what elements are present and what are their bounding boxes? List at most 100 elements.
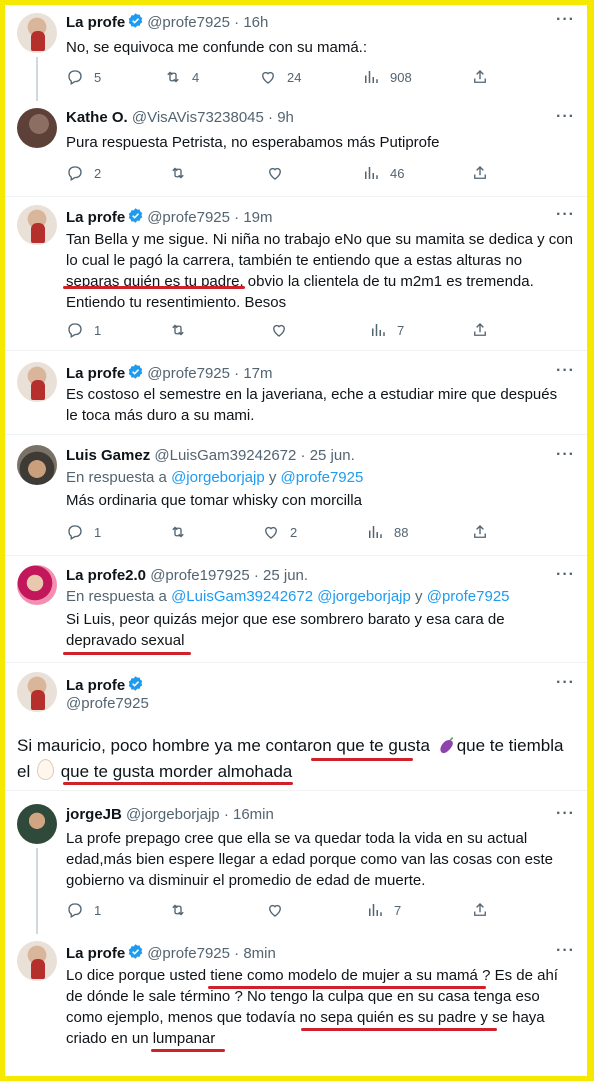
avatar[interactable]	[17, 13, 57, 53]
tweet-8[interactable]: jorgeJB @jorgeborjajp · 16min ··· La pro…	[5, 792, 587, 934]
mention-link[interactable]: @jorgeborjajp	[317, 588, 411, 605]
avatar[interactable]	[17, 565, 57, 605]
avatar[interactable]	[17, 445, 57, 485]
more-options-icon[interactable]: ···	[556, 805, 575, 823]
like-button[interactable]	[266, 901, 284, 919]
author-handle[interactable]: @profe7925	[147, 209, 230, 226]
reply-button[interactable]: 2	[66, 164, 101, 182]
author-name[interactable]: Kathe O.	[66, 109, 128, 126]
thread-line	[36, 57, 38, 101]
tweet-text-line: Lo dice porque usted tiene como modelo d…	[66, 967, 558, 984]
timestamp[interactable]: · 25 jun.	[301, 447, 355, 464]
author-name[interactable]: La profe	[66, 945, 125, 962]
author-handle[interactable]: @profe197925	[150, 567, 249, 584]
views-button[interactable]: 7	[369, 321, 404, 339]
more-options-icon[interactable]: ···	[556, 446, 575, 464]
more-options-icon[interactable]: ···	[556, 11, 575, 29]
share-button[interactable]	[471, 901, 489, 919]
tweet-text: No, se equivoca me confunde con su mamá.…	[66, 39, 367, 56]
author-handle[interactable]: @profe7925	[147, 945, 230, 962]
author-name[interactable]: La profe	[66, 677, 125, 694]
timestamp[interactable]: · 17m	[234, 365, 272, 382]
timestamp[interactable]: · 19m	[234, 209, 272, 226]
more-options-icon[interactable]: ···	[556, 108, 575, 126]
views-button[interactable]: 908	[362, 68, 412, 86]
like-button[interactable]: 2	[262, 523, 297, 541]
avatar[interactable]	[17, 108, 57, 148]
timestamp[interactable]: · 25 jun.	[254, 567, 308, 584]
highlight-underline	[63, 782, 293, 785]
avatar[interactable]	[17, 672, 57, 712]
like-button[interactable]	[266, 164, 284, 182]
author-name[interactable]: jorgeJB	[66, 806, 122, 823]
reply-button[interactable]: 1	[66, 523, 101, 541]
author-handle[interactable]: @VisAVis73238045	[132, 109, 264, 126]
retweet-icon	[169, 164, 187, 182]
retweet-count: 4	[192, 69, 200, 85]
reply-icon	[66, 68, 84, 86]
tweet-3[interactable]: La profe @profe7925 · 19m ··· Tan Bella y…	[5, 197, 587, 349]
avatar[interactable]	[17, 804, 57, 844]
tweet-1[interactable]: La profe @profe7925 · 16h ··· No, se equi…	[5, 5, 587, 101]
retweet-button[interactable]: 4	[164, 68, 199, 86]
more-options-icon[interactable]: ···	[556, 674, 575, 692]
avatar[interactable]	[17, 205, 57, 245]
views-button[interactable]: 46	[362, 164, 404, 182]
reply-button[interactable]: 5	[66, 68, 101, 86]
tweet-9[interactable]: La profe @profe7925 · 8min ··· Lo dice po…	[5, 935, 587, 1076]
tweet-text-line: La profe prepago cree que ella se va que…	[66, 830, 528, 847]
more-options-icon[interactable]: ···	[556, 942, 575, 960]
tweet-4[interactable]: La profe @profe7925 · 17m ··· Es costoso …	[5, 352, 587, 434]
author-handle[interactable]: @jorgeborjajp	[126, 806, 220, 823]
reply-icon	[66, 523, 84, 541]
timestamp[interactable]: · 16h	[234, 14, 268, 31]
avatar[interactable]	[17, 941, 57, 981]
author-handle[interactable]: @profe7925	[147, 365, 230, 382]
retweet-button[interactable]	[169, 523, 187, 541]
author-name[interactable]: La profe	[66, 209, 125, 226]
author-handle[interactable]: @LuisGam39242672	[154, 447, 296, 464]
more-options-icon[interactable]: ···	[556, 362, 575, 380]
more-options-icon[interactable]: ···	[556, 206, 575, 224]
timestamp[interactable]: · 9h	[268, 109, 294, 126]
like-button[interactable]	[270, 321, 288, 339]
more-options-icon[interactable]: ···	[556, 566, 575, 584]
tweet-6[interactable]: La profe2.0 @profe197925 · 25 jun. ··· E…	[5, 557, 587, 661]
reply-button[interactable]: 1	[66, 321, 101, 339]
author-name[interactable]: La profe	[66, 365, 125, 382]
eggplant-emoji-icon	[440, 736, 453, 754]
mention-link[interactable]: @profe7925	[427, 588, 510, 605]
tweet-7-expanded[interactable]: La profe @profe7925 ··· Si mauricio, poc…	[5, 663, 587, 787]
like-button[interactable]: 24	[259, 68, 301, 86]
views-count: 88	[394, 524, 409, 540]
share-button[interactable]	[471, 321, 489, 339]
tweet-2[interactable]: Kathe O. @VisAVis73238045 · 9h ··· Pura …	[5, 100, 587, 196]
author-name[interactable]: La profe2.0	[66, 567, 146, 584]
author-handle[interactable]: @profe7925	[66, 695, 149, 712]
author-handle[interactable]: @profe7925	[147, 14, 230, 31]
tweet-5[interactable]: Luis Gamez @LuisGam39242672 · 25 jun. ··…	[5, 436, 587, 554]
retweet-icon	[169, 901, 187, 919]
highlight-underline	[151, 1049, 225, 1052]
retweet-button[interactable]	[169, 901, 187, 919]
timestamp[interactable]: · 16min	[224, 806, 274, 823]
retweet-button[interactable]	[169, 321, 187, 339]
views-button[interactable]: 7	[366, 901, 401, 919]
share-button[interactable]	[471, 68, 489, 86]
retweet-button[interactable]	[169, 164, 187, 182]
timestamp[interactable]: · 8min	[234, 945, 276, 962]
tweet-text: Pura respuesta Petrista, no esperabamos …	[66, 134, 440, 151]
share-button[interactable]	[471, 523, 489, 541]
avatar[interactable]	[17, 362, 57, 402]
views-button[interactable]: 88	[366, 523, 408, 541]
mention-link[interactable]: @LuisGam39242672	[171, 588, 313, 605]
divider	[5, 555, 587, 556]
tweet-text: Más ordinaria que tomar whisky con morci…	[66, 492, 362, 509]
mention-link[interactable]: @profe7925	[281, 469, 364, 486]
author-name[interactable]: La profe	[66, 14, 125, 31]
reply-button[interactable]: 1	[66, 901, 101, 919]
tweet-text: La profe prepago cree que ella se va que…	[66, 828, 573, 891]
mention-link[interactable]: @jorgeborjajp	[171, 469, 265, 486]
share-button[interactable]	[471, 164, 489, 182]
author-name[interactable]: Luis Gamez	[66, 447, 150, 464]
